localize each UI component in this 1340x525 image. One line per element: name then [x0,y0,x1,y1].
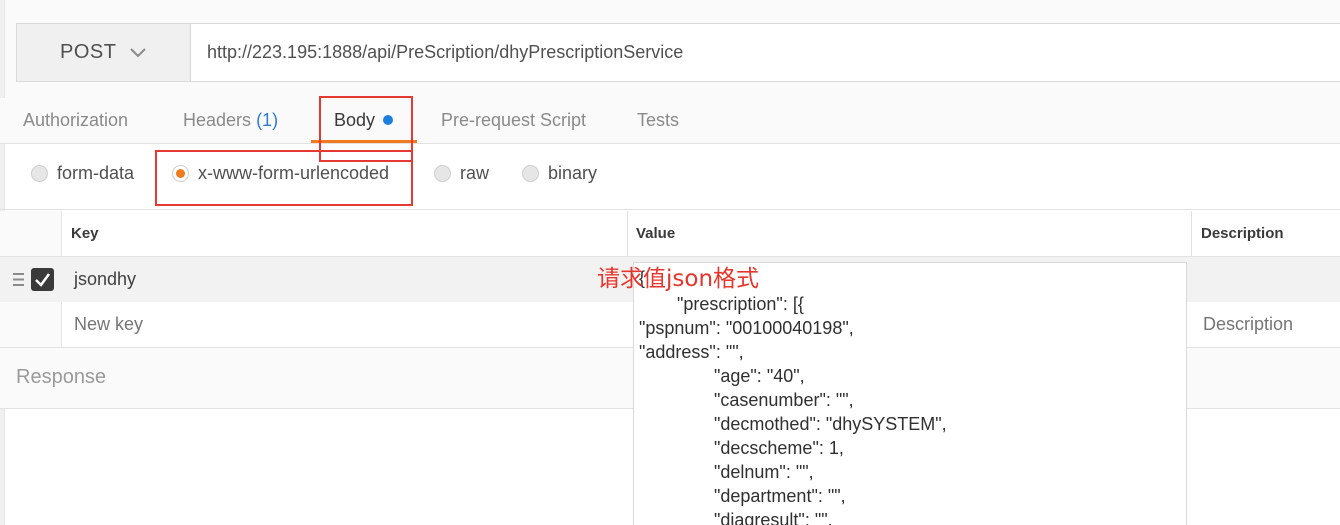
method-label: POST [60,41,117,63]
tab-headers[interactable]: Headers (1) [183,98,278,144]
new-description-input[interactable] [1203,302,1333,347]
tab-label: Pre-request Script [441,110,587,130]
radio-circle-checked [172,165,189,182]
row-key[interactable]: jsondhy [74,257,136,302]
tab-label: Body [334,110,376,130]
radio-raw[interactable]: raw [434,163,489,184]
url-input[interactable] [191,24,1340,81]
headers-count: (1) [256,110,279,130]
radio-circle [522,165,539,182]
tab-authorization[interactable]: Authorization [23,98,128,144]
json-line: "decscheme": 1, [714,438,844,458]
body-modified-dot [383,115,394,125]
radio-label: form-data [57,163,135,183]
radio-circle [434,165,451,182]
json-line: "pspnum": "00100040198", [639,318,854,338]
checkmark-icon [35,273,51,287]
json-line: "prescription": [{ [677,294,804,314]
new-key-input[interactable] [74,302,614,347]
json-line: "diagresult": "", [714,510,833,525]
table-gutter [0,302,62,347]
column-key: Key [71,225,99,242]
drag-handle-icon[interactable] [13,272,24,287]
tab-label: Headers [183,110,252,130]
radio-label: x-www-form-urlencoded [198,163,390,183]
json-line: "casenumber": "", [714,390,854,410]
column-value: Value [636,225,676,242]
json-line: "delnum": "", [714,462,814,482]
body-type-selector: form-data x-www-form-urlencoded raw bina… [0,145,1340,210]
json-line: "age": "40", [714,366,805,386]
radio-circle [31,165,48,182]
row-enabled-checkbox[interactable] [31,268,54,291]
json-line: "department": "", [714,486,846,506]
radio-label: binary [548,163,598,183]
radio-label: raw [460,163,490,183]
tab-tests[interactable]: Tests [637,98,679,144]
radio-form-data[interactable]: form-data [31,163,134,184]
active-tab-underline [311,140,417,143]
annotation-label: 请求值json格式 [597,266,760,292]
request-bar: POST [16,23,1340,82]
value-editor-popup[interactable]: { "prescription": [{ "pspnum": "00100040… [633,262,1187,525]
method-dropdown[interactable]: POST [17,24,191,81]
radio-x-www-form-urlencoded[interactable]: x-www-form-urlencoded [172,163,389,184]
params-table-header: Key Value Description [0,211,1340,257]
table-gutter [0,211,62,256]
json-line: "decmothed": "dhySYSTEM", [714,414,947,434]
tab-label: Tests [637,110,680,130]
tab-pre-request-script[interactable]: Pre-request Script [441,98,586,144]
tab-body[interactable]: Body [334,98,394,144]
tab-label: Authorization [23,110,129,130]
column-description: Description [1201,225,1284,242]
response-label: Response [16,366,107,388]
json-line: "address": "", [639,342,744,362]
radio-binary[interactable]: binary [522,163,597,184]
request-tabs: Authorization Headers (1) Body Pre-reque… [0,98,1340,144]
chevron-down-icon [130,47,147,57]
